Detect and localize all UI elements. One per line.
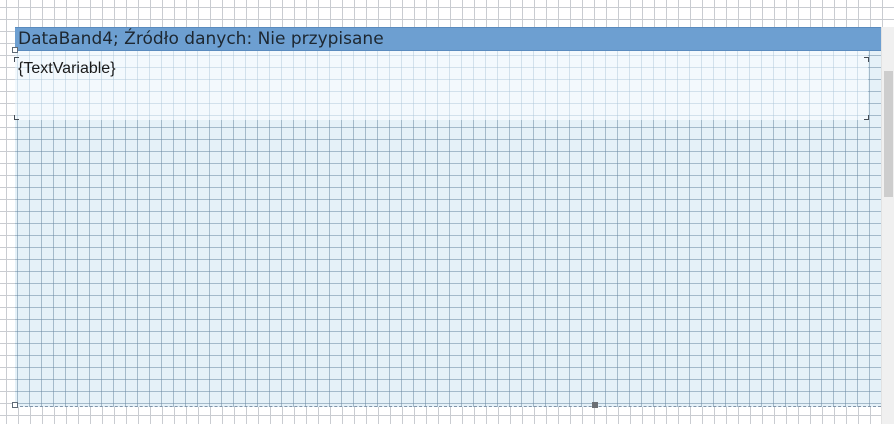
next-band-area — [15, 406, 881, 424]
databand-body[interactable]: {TextVariable} — [15, 51, 868, 120]
text-field-corner-bottom-left — [14, 115, 19, 120]
report-designer-canvas[interactable]: DataBand4; Źródło danych: Nie przypisane… — [0, 0, 894, 424]
vertical-scrollbar[interactable] — [881, 27, 894, 424]
databand-title: DataBand4; Źródło danych: Nie przypisane — [18, 29, 384, 49]
text-field-corner-top-right — [864, 57, 869, 62]
text-field-corner-bottom-right — [864, 115, 869, 120]
scrollbar-thumb[interactable] — [884, 71, 893, 197]
previous-band-area — [0, 0, 894, 27]
band-selection-handle-top-left[interactable] — [12, 47, 18, 53]
databand-header[interactable]: DataBand4; Źródło danych: Nie przypisane — [15, 27, 881, 51]
text-variable-field[interactable]: {TextVariable} — [18, 59, 116, 78]
text-field-corner-top-left — [14, 57, 19, 62]
